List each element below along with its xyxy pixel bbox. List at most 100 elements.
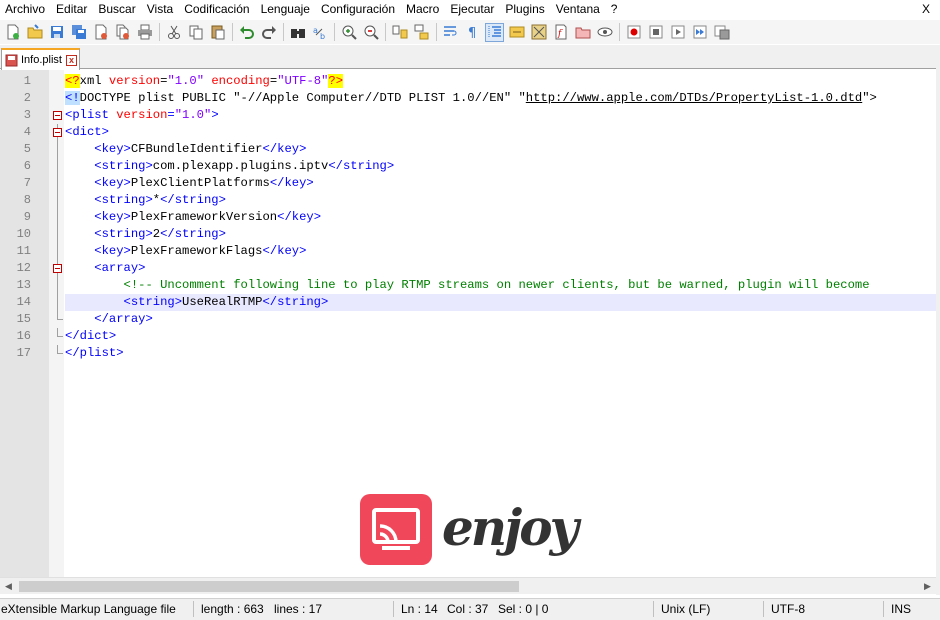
code-line[interactable]: 1 <?xml version="1.0" encoding="UTF-8"?> bbox=[24, 73, 936, 90]
menu-lenguaje[interactable]: Lenguaje bbox=[256, 0, 316, 19]
line-number: 7 bbox=[23, 176, 31, 190]
show-all-characters-icon[interactable]: ¶ bbox=[463, 23, 482, 42]
document-map-icon[interactable] bbox=[529, 23, 548, 42]
code-line[interactable]: 15 </array> bbox=[17, 311, 936, 328]
code-token: CFBundleIdentifier bbox=[130, 142, 263, 156]
code-line[interactable]: 17 </plist> bbox=[17, 345, 936, 362]
code-area[interactable]: 1 <?xml version="1.0" encoding="UTF-8"?> 2… bbox=[17, 73, 936, 362]
word-wrap-icon[interactable] bbox=[441, 23, 460, 42]
sync-vertical-icon[interactable] bbox=[390, 23, 409, 42]
code-token: </plist> bbox=[65, 346, 124, 360]
code-line[interactable]: 16 </dict> bbox=[17, 328, 936, 345]
toolbar-separator bbox=[385, 23, 386, 41]
sync-horizontal-icon[interactable] bbox=[412, 23, 431, 42]
menu-editar[interactable]: Editar bbox=[51, 0, 93, 19]
tab-info-plist[interactable]: Info.plist x bbox=[1, 48, 80, 70]
menu-ejecutar[interactable]: Ejecutar bbox=[445, 0, 500, 19]
open-file-icon[interactable] bbox=[25, 23, 44, 42]
tab-close-icon[interactable]: x bbox=[65, 54, 77, 66]
fold-toggle-icon[interactable] bbox=[53, 264, 62, 273]
code-line[interactable]: 9 <key>PlexFrameworkVersion</key> bbox=[24, 209, 936, 226]
close-all-icon[interactable] bbox=[113, 23, 132, 42]
status-eol[interactable]: Unix (LF) bbox=[661, 602, 710, 616]
paste-icon[interactable] bbox=[208, 23, 227, 42]
folder-workspace-icon[interactable] bbox=[573, 23, 592, 42]
status-file-type: eXtensible Markup Language file bbox=[1, 602, 176, 616]
code-line[interactable]: 7 <key>PlexClientPlatforms</key> bbox=[24, 175, 936, 192]
vertical-scrollbar-edge[interactable] bbox=[936, 45, 940, 595]
play-macro-icon[interactable] bbox=[668, 23, 687, 42]
code-line[interactable]: 4 <dict> bbox=[24, 124, 936, 141]
horizontal-scrollbar[interactable]: ◀ ▶ bbox=[0, 577, 936, 594]
code-token: <key> bbox=[94, 210, 131, 224]
close-file-icon[interactable] bbox=[91, 23, 110, 42]
status-separator bbox=[193, 601, 194, 617]
line-number: 11 bbox=[16, 244, 31, 258]
code-token: com.plexapp.plugins.iptv bbox=[152, 159, 329, 173]
record-macro-icon[interactable] bbox=[624, 23, 643, 42]
scroll-left-arrow-icon[interactable]: ◀ bbox=[0, 578, 17, 595]
code-token: <string> bbox=[123, 295, 183, 309]
zoom-out-icon[interactable] bbox=[361, 23, 380, 42]
menu-macro[interactable]: Macro bbox=[401, 0, 445, 19]
save-icon[interactable] bbox=[47, 23, 66, 42]
cut-icon[interactable] bbox=[164, 23, 183, 42]
replace-icon[interactable]: ab bbox=[310, 23, 329, 42]
menu-help[interactable]: ? bbox=[606, 0, 624, 19]
find-icon[interactable] bbox=[288, 23, 307, 42]
code-token: </key> bbox=[262, 142, 307, 156]
user-language-icon[interactable] bbox=[507, 23, 526, 42]
menu-archivo[interactable]: Archivo bbox=[0, 0, 51, 19]
menu-plugins[interactable]: Plugins bbox=[500, 0, 550, 19]
close-document-button[interactable]: X bbox=[922, 0, 930, 19]
menu-vista[interactable]: Vista bbox=[142, 0, 179, 19]
status-encoding[interactable]: UTF-8 bbox=[771, 602, 805, 616]
menu-buscar[interactable]: Buscar bbox=[93, 0, 141, 19]
code-line[interactable]: 11 <key>PlexFrameworkFlags</key> bbox=[17, 243, 936, 260]
code-line[interactable]: 5 <key>CFBundleIdentifier</key> bbox=[24, 141, 936, 158]
status-selection: Sel : 0 | 0 bbox=[498, 602, 549, 616]
fold-toggle-icon[interactable] bbox=[53, 128, 62, 137]
scrollbar-thumb[interactable] bbox=[19, 581, 519, 592]
code-line[interactable]: 10 <string>2</string> bbox=[17, 226, 936, 243]
undo-icon[interactable] bbox=[237, 23, 256, 42]
zoom-in-icon[interactable] bbox=[339, 23, 358, 42]
line-number: 10 bbox=[16, 227, 31, 241]
enjoy-logo-text: enjoy bbox=[440, 493, 585, 565]
function-list-icon[interactable]: f bbox=[551, 23, 570, 42]
code-line[interactable]: 14 <string>UseRealRTMP</string> bbox=[17, 294, 936, 311]
indent-guide-icon[interactable] bbox=[485, 22, 504, 42]
code-line[interactable]: 2 <!DOCTYPE plist PUBLIC "-//Apple Comput… bbox=[24, 90, 936, 107]
line-number: 6 bbox=[23, 159, 31, 173]
stop-macro-icon[interactable] bbox=[646, 23, 665, 42]
scroll-right-arrow-icon[interactable]: ▶ bbox=[919, 578, 936, 595]
code-token: <! bbox=[65, 91, 80, 105]
fold-toggle-icon[interactable] bbox=[53, 111, 62, 120]
print-icon[interactable] bbox=[135, 23, 154, 42]
run-macro-multiple-icon[interactable] bbox=[690, 23, 709, 42]
code-token: 2 bbox=[152, 227, 161, 241]
menu-ventana[interactable]: Ventana bbox=[551, 0, 606, 19]
status-bar: eXtensible Markup Language file length :… bbox=[0, 598, 940, 620]
menu-codificacion[interactable]: Codificación bbox=[179, 0, 255, 19]
menu-configuracion[interactable]: Configuración bbox=[316, 0, 401, 19]
status-insert-mode[interactable]: INS bbox=[891, 602, 911, 616]
line-number: 12 bbox=[16, 261, 31, 275]
code-line[interactable]: 13 <!-- Uncomment following line to play… bbox=[17, 277, 936, 294]
monitoring-eye-icon[interactable] bbox=[595, 23, 614, 42]
line-number: 2 bbox=[23, 91, 31, 105]
new-file-icon[interactable] bbox=[3, 23, 22, 42]
line-number: 1 bbox=[23, 74, 31, 88]
redo-icon[interactable] bbox=[259, 23, 278, 42]
code-line[interactable]: 3 <plist version="1.0"> bbox=[24, 107, 936, 124]
copy-icon[interactable] bbox=[186, 23, 205, 42]
save-all-icon[interactable] bbox=[69, 23, 88, 42]
code-token: <? bbox=[65, 74, 80, 88]
code-line[interactable]: 12 <array> bbox=[17, 260, 936, 277]
code-line[interactable]: 8 <string>*</string> bbox=[24, 192, 936, 209]
code-line[interactable]: 6 <string>com.plexapp.plugins.iptv</stri… bbox=[24, 158, 936, 175]
fold-end-marker bbox=[57, 328, 63, 337]
save-macro-icon[interactable] bbox=[712, 23, 731, 42]
